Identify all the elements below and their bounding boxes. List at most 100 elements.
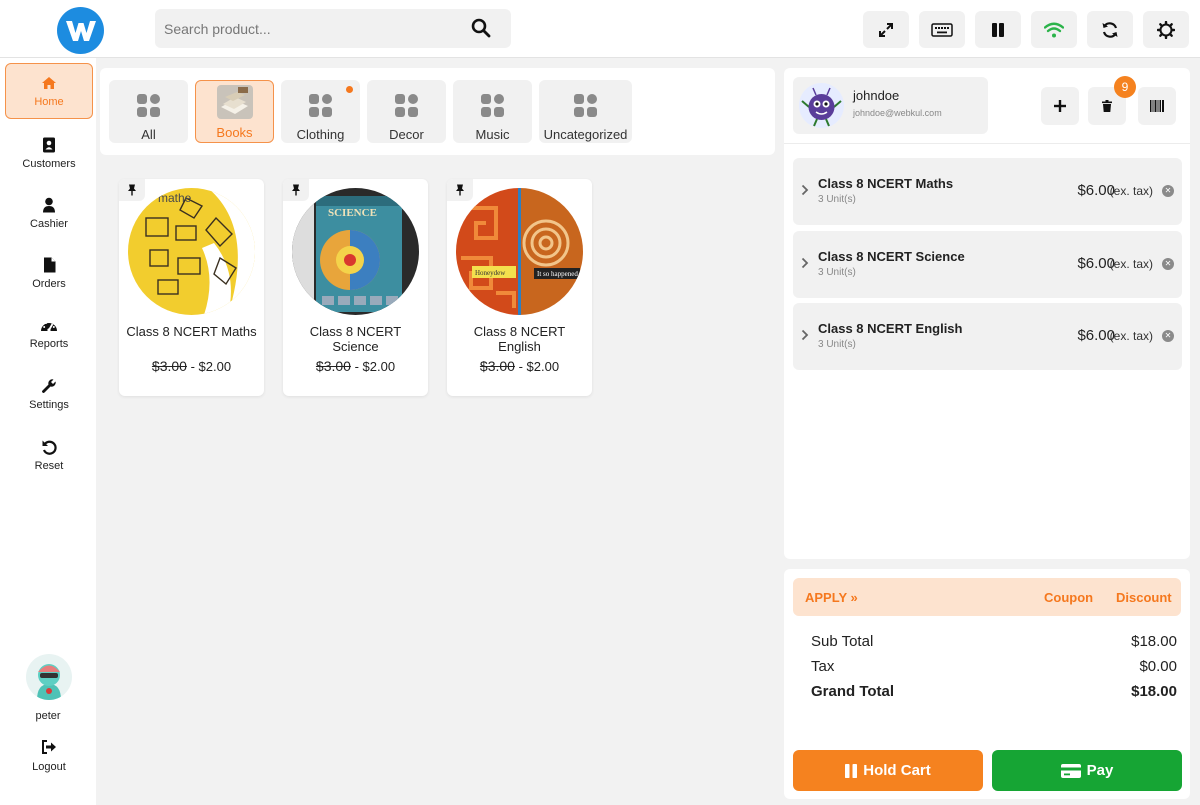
cart-item-tax-note: (ex. tax) [1109,329,1153,343]
logout-button[interactable]: Logout [5,736,93,776]
expand-icon [879,22,893,37]
sidebar-item-cashier[interactable]: Cashier [5,185,93,241]
pay-button[interactable]: Pay [992,750,1182,791]
sidebar-item-home[interactable]: Home [5,63,93,119]
fullscreen-button[interactable] [863,11,909,48]
sync-icon [1102,21,1118,38]
product-card[interactable]: SCIENCE Class 8 NCERT Science $3.00 - $2… [283,179,428,396]
address-book-icon [42,136,56,154]
category-label: Decor [389,127,424,142]
search-icon[interactable] [471,18,491,43]
discount-button[interactable]: Discount [1116,590,1172,605]
keyboard-button[interactable] [919,11,965,48]
grand-total-row: Grand Total $18.00 [811,683,1177,700]
sidebar: Home Customers Cashier Orders Reports Se… [0,58,96,805]
gear-icon [1157,20,1175,39]
books-thumbnail [216,85,253,119]
original-price: $3.00 [479,358,515,374]
sub-total-value: $18.00 [1131,633,1177,650]
settings-button[interactable] [1143,11,1189,48]
product-image: SCIENCE [292,188,419,315]
remove-item-icon[interactable]: ✕ [1162,258,1174,270]
category-label: Clothing [296,127,345,142]
grand-total-value: $18.00 [1131,683,1177,700]
svg-text:Honeydew: Honeydew [475,269,506,277]
barcode-button[interactable] [1138,87,1176,125]
chevron-right-icon[interactable] [801,256,809,274]
search-input[interactable] [155,9,455,48]
category-grid-icon [574,93,597,117]
product-name: Class 8 NCERT English [473,324,566,354]
category-label: Books [216,125,253,140]
coupon-button[interactable]: Coupon [1044,590,1093,605]
category-grid-icon [137,93,160,117]
category-label: Uncategorized [543,127,628,142]
cart-item[interactable]: Class 8 NCERT Maths 3 Unit(s) $6.00 (ex.… [793,158,1182,225]
category-label: Music [475,127,510,142]
top-bar [0,0,1200,58]
category-music[interactable]: Music [453,80,532,143]
original-price: $3.00 [151,358,187,374]
sidebar-item-settings[interactable]: Settings [5,366,93,422]
wifi-status-button[interactable] [1031,11,1077,48]
pause-icon [845,763,858,778]
dashboard-icon [40,316,58,334]
pause-button[interactable] [975,11,1021,48]
hold-cart-label: Hold Cart [863,762,931,779]
pin-icon[interactable] [447,179,473,201]
product-card[interactable]: mathe Class 8 NCERT Maths $3.00 - $2.00 [119,179,264,396]
category-label: All [141,127,156,142]
cart-item[interactable]: Class 8 NCERT English 3 Unit(s) $6.00 (e… [793,303,1182,370]
apply-label: APPLY [805,590,847,605]
cart-item-name: Class 8 NCERT Maths [818,176,954,191]
pin-icon[interactable] [119,179,145,201]
sidebar-item-label: Reset [34,460,64,472]
sidebar-item-customers[interactable]: Customers [5,125,93,181]
pin-icon[interactable] [283,179,309,201]
customer-selector[interactable]: johndoe johndoe@webkul.com [793,77,988,134]
cart-item-units: 3 Unit(s) [818,267,856,278]
customer-name: johndoe [853,88,900,103]
category-clothing[interactable]: Clothing [281,80,360,143]
chevron-right-icon[interactable] [801,328,809,346]
product-image: mathe [128,188,255,315]
tax-value: $0.00 [1139,658,1177,675]
sub-total-label: Sub Total [811,633,874,650]
sub-total-row: Sub Total $18.00 [811,633,1177,650]
price-separator: - [186,359,199,374]
sync-button[interactable] [1087,11,1133,48]
file-icon [43,256,56,274]
sidebar-item-reports[interactable]: Reports [5,305,93,361]
pause-icon [992,22,1004,37]
sidebar-item-label: Settings [29,399,69,411]
wrench-icon [41,377,57,395]
logout-label: Logout [32,760,66,773]
remove-item-icon[interactable]: ✕ [1162,330,1174,342]
product-name: Class 8 NCERT Science [309,324,402,354]
chevron-right-icon[interactable] [801,183,809,201]
cart-item-name: Class 8 NCERT English [818,321,963,336]
cart-count-text: 9 [1121,80,1129,94]
category-uncategorized[interactable]: Uncategorized [539,80,632,143]
remove-item-icon[interactable]: ✕ [1162,185,1174,197]
hold-cart-button[interactable]: Hold Cart [793,750,983,791]
cart-item[interactable]: Class 8 NCERT Science 3 Unit(s) $6.00 (e… [793,231,1182,298]
product-image: Honeydew It so happened [456,188,583,315]
avatar[interactable] [26,654,72,700]
price-separator: - [514,359,527,374]
app-logo[interactable] [57,7,104,54]
category-grid-icon [309,93,332,117]
sidebar-item-label: Customers [22,158,76,170]
apply-button[interactable]: APPLY » [805,590,858,605]
sidebar-item-reset[interactable]: Reset [5,427,93,483]
add-customer-button[interactable] [1041,87,1079,125]
product-card[interactable]: Honeydew It so happened Class 8 NCERT En… [447,179,592,396]
category-all[interactable]: All [109,80,188,143]
user-avatar-image [37,664,61,700]
category-decor[interactable]: Decor [367,80,446,143]
category-books[interactable]: Books [195,80,274,143]
sidebar-item-label: Home [34,96,64,108]
cart-panel: johndoe johndoe@webkul.com 9 Class 8 NCE… [784,68,1190,559]
sidebar-item-orders[interactable]: Orders [5,245,93,301]
svg-text:It so happened: It so happened [537,270,578,278]
